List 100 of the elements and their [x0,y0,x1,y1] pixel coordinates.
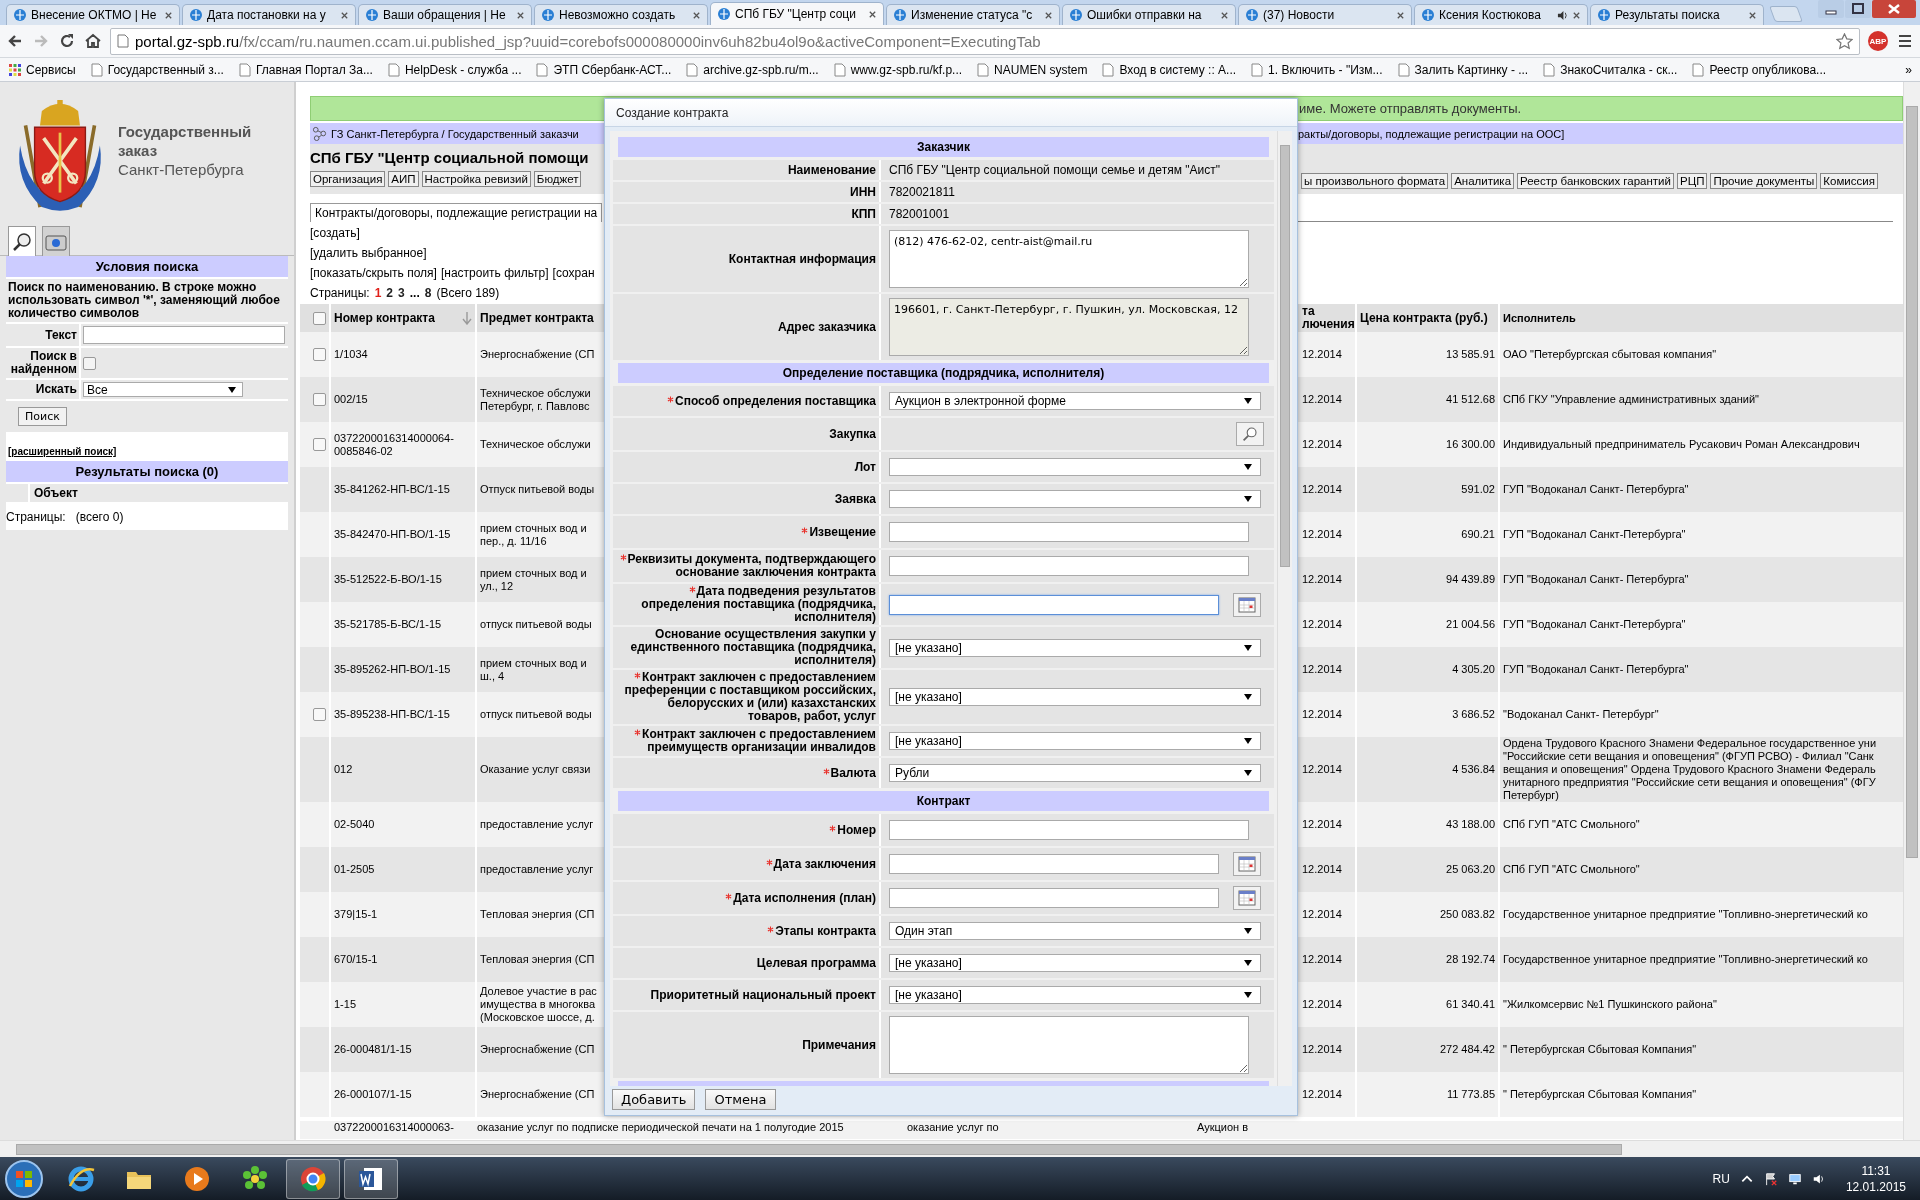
close-icon[interactable] [1044,10,1053,20]
column-header[interactable]: Цена контракта (руб.) [1360,311,1488,325]
bookmark-link[interactable]: ЗнакоСчиталка - ск... [1542,62,1678,77]
page-link[interactable]: 2 [386,286,394,300]
select-all-checkbox[interactable] [313,311,326,325]
input-field[interactable] [889,522,1249,542]
search-button[interactable]: Поиск [18,407,67,426]
action-link[interactable]: [сохран [552,266,595,280]
dropdown[interactable]: Один этап [889,922,1261,940]
row-checkbox[interactable] [313,438,326,451]
adblock-badge[interactable]: ABP [1868,31,1888,51]
date-field[interactable] [889,888,1219,908]
reload-icon[interactable] [58,32,76,50]
browser-tab[interactable]: СПб ГБУ "Центр соци [710,2,884,25]
close-icon[interactable] [868,9,877,19]
bookmark-link[interactable]: HelpDesk - служба ... [386,62,522,77]
bookmark-link[interactable]: Вход в систему :: А... [1101,62,1237,77]
column-header[interactable]: Номер контракта [334,311,435,325]
dropdown[interactable] [889,458,1261,476]
dropdown[interactable]: [не указано] [889,638,1261,657]
action-link[interactable]: [удалить выбранное] [310,246,427,260]
nav-button[interactable]: ы произвольного формата [1301,173,1449,189]
dropdown[interactable]: Все [83,382,243,397]
language-indicator[interactable]: RU [1712,1171,1730,1186]
bookmark-link[interactable]: ЭТП Сбербанк-АСТ... [535,62,672,77]
menu-icon[interactable] [1896,32,1914,50]
browser-tab[interactable]: Дата постановки на у [182,4,356,25]
browser-tab[interactable]: (37) Новости [1238,4,1412,25]
action-link[interactable]: [показать/скрыть поля] [310,266,437,280]
calendar-button[interactable] [1233,592,1261,617]
page-link[interactable]: 8 [424,286,432,300]
taskbar-app[interactable] [286,1158,340,1199]
scrollbar[interactable] [0,1140,1920,1157]
advanced-search-link[interactable]: [расширенный поиск] [6,434,117,459]
maximize-icon[interactable] [1845,0,1871,18]
network-icon[interactable] [1787,1171,1802,1186]
close-icon[interactable] [1396,10,1405,20]
page-link[interactable]: 1 [374,286,382,300]
nav-button[interactable]: АИП [388,171,419,187]
date-field[interactable] [889,854,1219,874]
dropdown[interactable]: [не указано] [889,688,1261,706]
browser-tab[interactable]: Ваши обращения | Не [358,4,532,25]
calendar-button[interactable] [1233,852,1261,876]
text-field[interactable] [83,326,285,344]
row-checkbox[interactable] [313,393,326,406]
nav-button[interactable]: РЦП [1676,173,1708,189]
input-field[interactable] [889,820,1249,840]
bookmark-link[interactable]: 1. Включить - "Изм... [1250,62,1383,77]
dialog-button[interactable]: Отмена [705,1088,776,1110]
close-icon[interactable] [1572,10,1581,20]
nav-button[interactable]: Настройка ревизий [421,171,531,187]
browser-tab[interactable]: Ксения Костюкова [1414,4,1588,25]
bookmark-link[interactable]: Залить Картинку - ... [1396,62,1529,77]
star-icon[interactable] [1836,32,1853,50]
content-tab[interactable]: Контракты/договоры, подлежащие регистрации на [310,203,603,222]
dialog-button[interactable]: Добавить [612,1088,696,1110]
search-tab[interactable] [8,226,36,257]
close-icon[interactable] [1872,0,1916,18]
dropdown[interactable]: Аукцион в электронной форме [889,392,1261,410]
text-area[interactable] [889,1016,1249,1074]
browser-tab[interactable]: Ошибки отправки на [1062,4,1236,25]
text-area[interactable]: 196601, г. Санкт-Петербург, г. Пушкин, ул. Московская, 12 [889,298,1249,356]
clock-date[interactable]: 12.01.2015 [1845,1178,1906,1195]
calendar-button[interactable] [1233,886,1261,910]
bookmark-link[interactable]: Сервисы [8,62,76,77]
dropdown[interactable] [889,490,1261,508]
bookmark-link[interactable]: Государственный з... [89,62,224,77]
bookmark-link[interactable]: archive.gz-spb.ru/m... [685,62,819,77]
dropdown[interactable]: [не указано] [889,986,1261,1004]
row-checkbox[interactable] [313,708,326,721]
bookmark-link[interactable]: Главная Портал За... [237,62,373,77]
close-icon[interactable] [1220,10,1229,20]
catalog-tab[interactable] [42,226,70,256]
checkbox[interactable] [83,356,96,370]
page-link[interactable]: 3 [398,286,405,300]
flag-icon[interactable] [1763,1171,1778,1186]
clock-time[interactable]: 11:31 [1861,1162,1891,1179]
nav-button[interactable]: Организация [310,171,386,187]
address-field[interactable]: portal.gz-spb.ru/fx/ccam/ru.naumen.ccam.ui.published_jsp?uuid=corebofs000080000inv6uh82bu4ol9o&activeComponent=ExecutingTab [110,27,1860,55]
nav-button[interactable]: Аналитика [1451,173,1515,189]
row-checkbox[interactable] [313,348,326,361]
column-header[interactable]: Исполнитель [1503,311,1576,325]
dropdown[interactable]: Рубли [889,764,1261,782]
close-icon[interactable] [516,10,525,20]
close-icon[interactable] [164,10,173,20]
action-link[interactable]: [настроить фильтр] [440,266,549,280]
lookup-button[interactable] [1236,422,1264,446]
browser-tab[interactable]: Изменение статуса "с [886,4,1060,25]
bookmark-link[interactable]: www.gz-spb.ru/kf.p... [832,62,963,77]
close-icon[interactable] [692,10,701,20]
scrollbar[interactable] [1277,131,1292,1086]
browser-tab[interactable]: Внесение ОКТМО | Не [6,4,180,25]
breadcrumb[interactable]: ракты/договоры, подлежащие регистрации на ООС] [1298,127,1565,140]
breadcrumb[interactable]: ГЗ Санкт-Петербурга / Государственный заказчи [331,127,579,140]
close-icon[interactable] [340,10,349,20]
close-icon[interactable] [1748,10,1757,20]
dropdown[interactable]: [не указано] [889,954,1261,972]
bookmark-link[interactable]: Реестр опубликова... [1691,62,1827,77]
browser-tab[interactable]: Результаты поиска [1590,4,1764,25]
nav-button[interactable]: Бюджет [533,171,582,187]
